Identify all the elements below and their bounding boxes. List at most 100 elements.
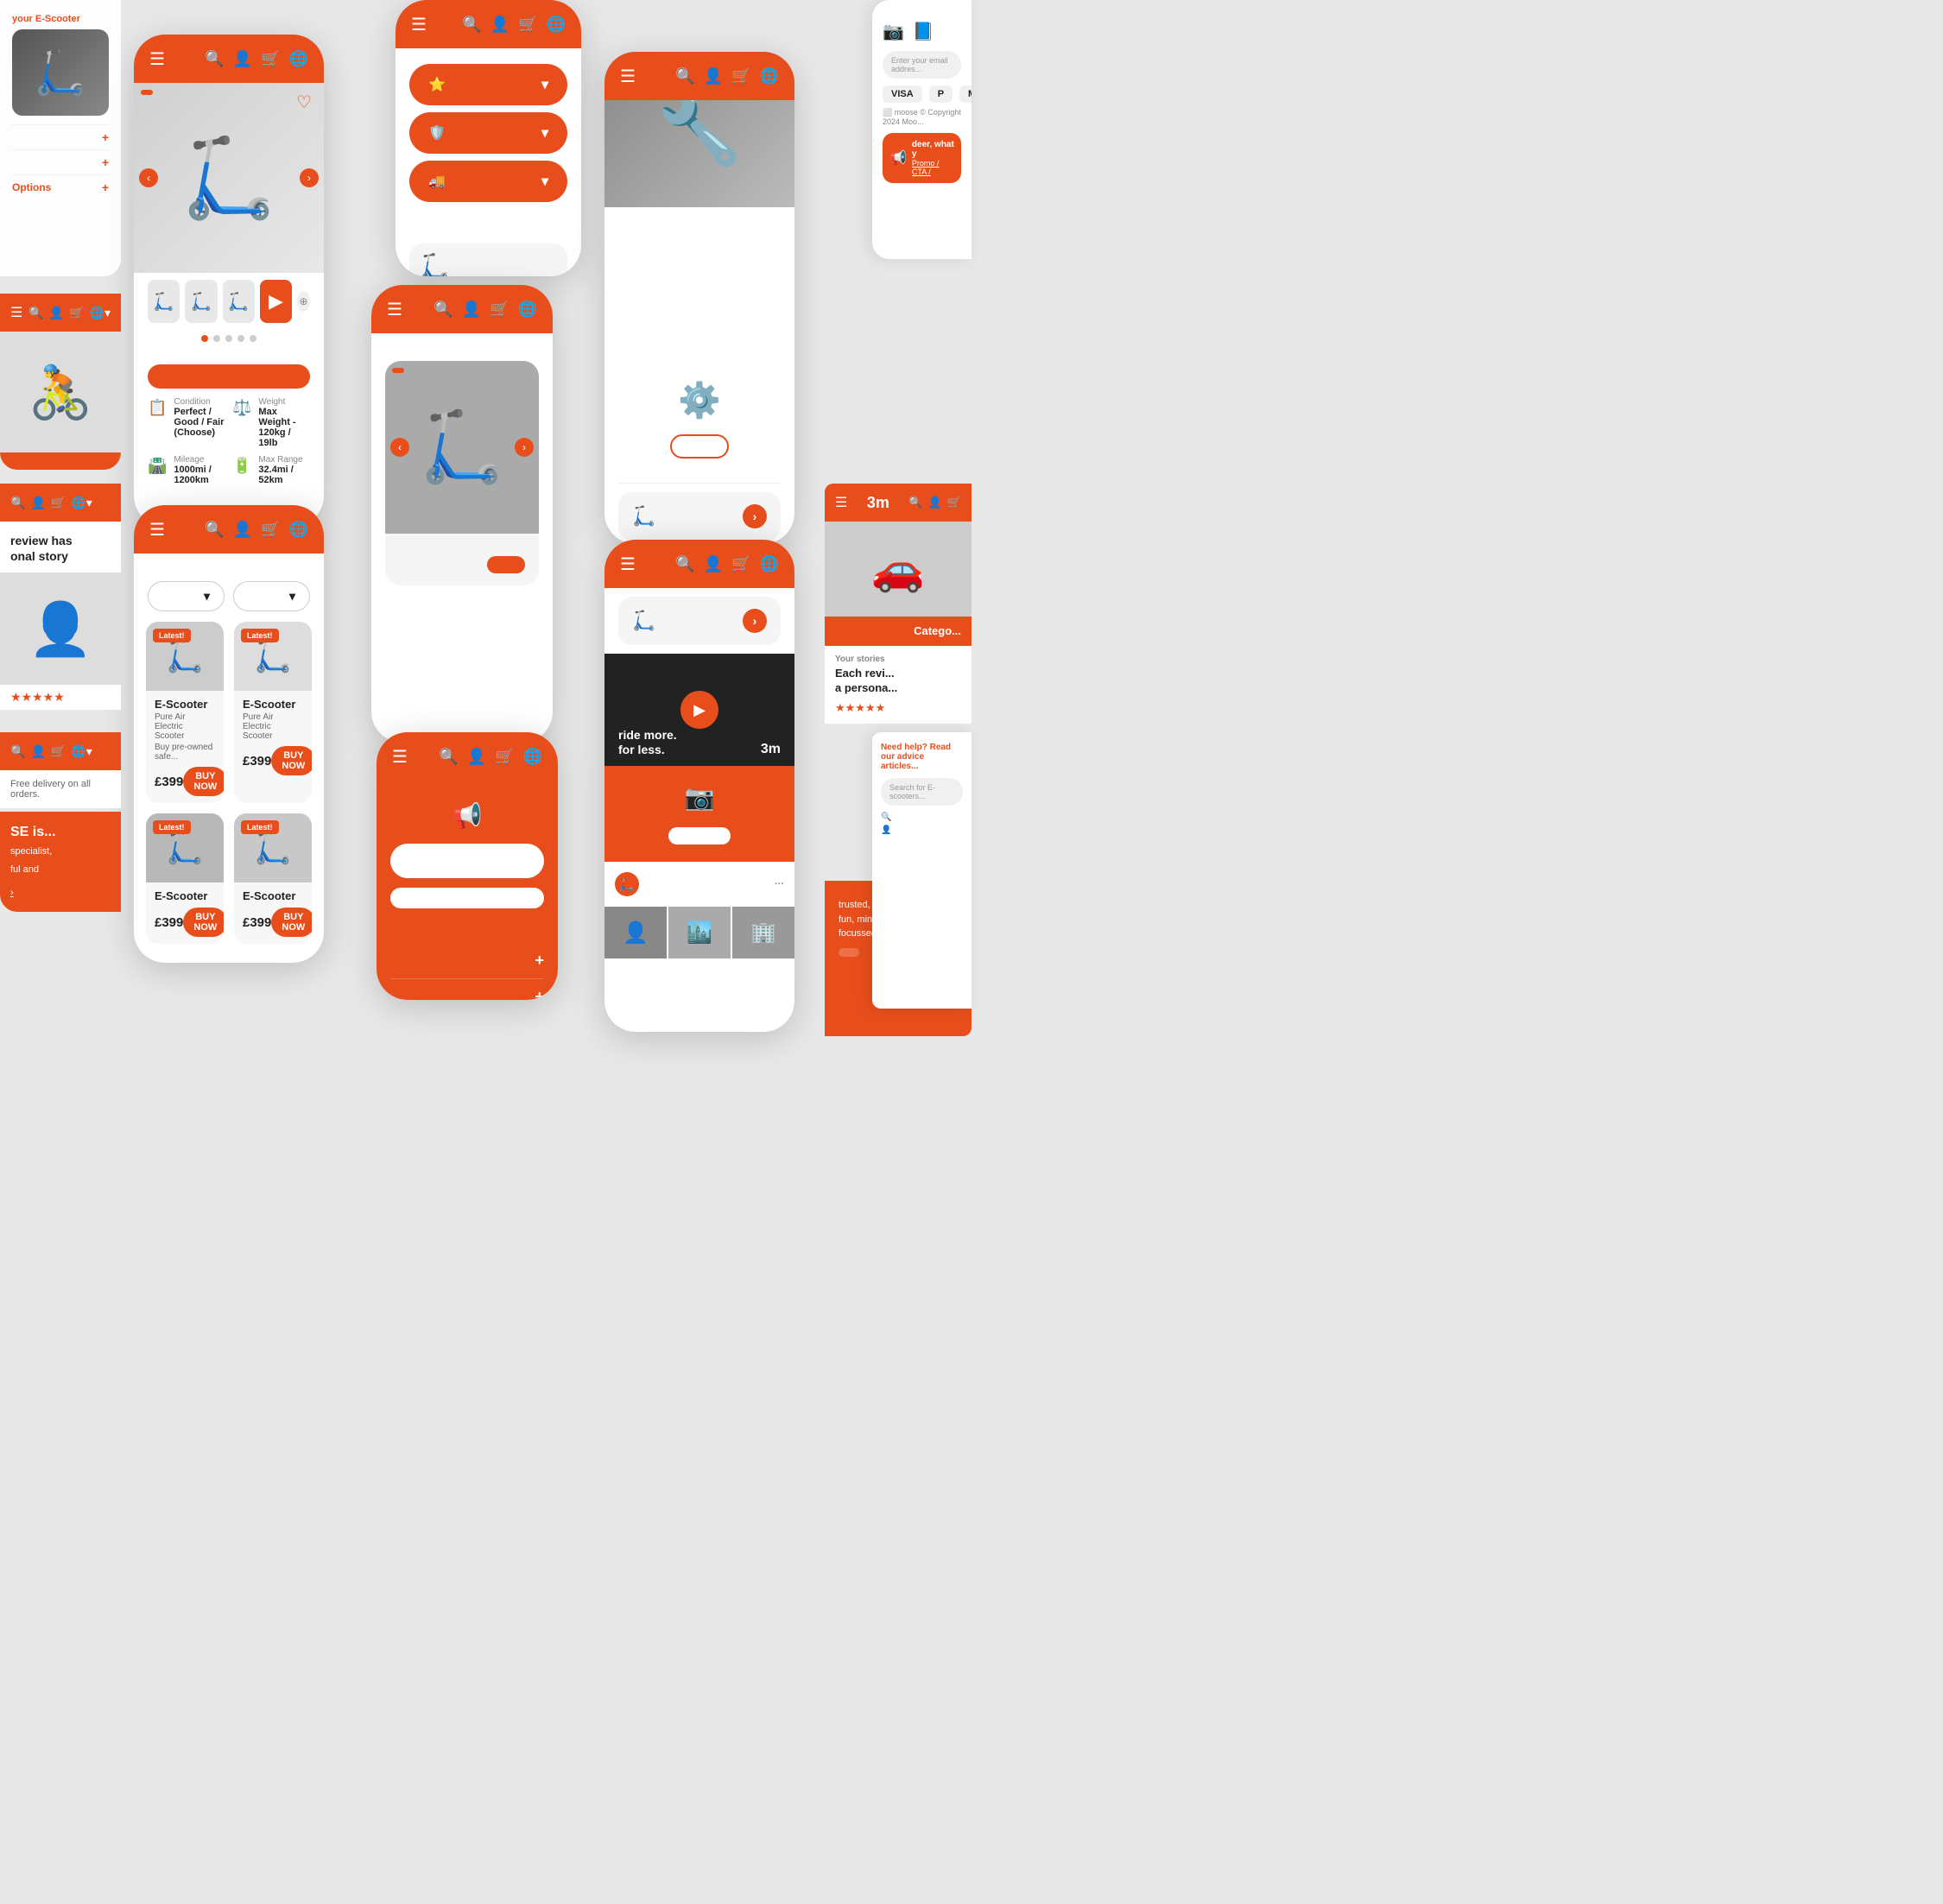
insta-dots-icon[interactable]: ··· [775,879,784,889]
bl-globe-frag[interactable]: 🌐▾ [71,744,92,759]
hamburger-frag[interactable]: ☰ [10,304,22,321]
wishlist-icon[interactable]: ♡ [296,92,312,113]
thumb-1[interactable]: 🛴 [148,280,180,323]
frag-item-1[interactable]: 🔍 [881,813,963,822]
buy-btn-2[interactable]: BUY NOW [271,746,312,775]
grid-item-4[interactable]: 🛴 Latest! E-Scooter £399 BUY NOW [234,813,312,944]
search-icon-6[interactable]: 🔍 [675,67,694,85]
cart-icon-3[interactable]: 🛒 [518,16,537,34]
bl-cart-frag[interactable]: 🛒 [51,744,66,759]
user-icon-3[interactable]: 👤 [490,16,509,34]
bl-user-frag[interactable]: 👤 [30,744,45,759]
search-icon-4[interactable]: 🔍 [434,300,453,319]
facebook-icon-right[interactable]: 📘 [913,21,934,42]
stories-cart-frag[interactable]: 🛒 [51,496,66,510]
email-input-right[interactable]: Enter your email addres... [883,51,961,79]
globe-icon-3[interactable]: 🌐 [547,16,566,34]
user-icon-2[interactable]: 👤 [233,521,252,539]
thumb-video[interactable]: ▶ [260,280,292,323]
right-search-frag[interactable]: 🔍 [908,496,922,509]
globe-icon-6[interactable]: 🌐 [760,67,779,85]
cart-icon-2[interactable]: 🛒 [261,521,280,539]
signup-button[interactable] [390,888,544,908]
popup-next[interactable]: › [515,438,534,457]
hamburger-icon-4[interactable]: ☰ [387,299,402,320]
sort-dropdown[interactable]: ▾ [148,581,225,611]
footer-support[interactable]: + [390,979,544,1000]
cart-icon-4[interactable]: 🛒 [490,300,509,319]
sidebar-view-escooter[interactable]: + [12,149,109,174]
carousel-next[interactable]: › [300,168,319,187]
cart-icon-5[interactable]: 🛒 [495,748,514,766]
sidebar-extra[interactable]: Options + [12,174,109,199]
find-out-more-button[interactable] [670,434,729,459]
promo-arrow-2[interactable]: › [743,609,767,633]
search-icon[interactable]: 🔍 [205,50,224,68]
instagram-icon-right[interactable]: 📷 [883,21,904,42]
grid-item-1[interactable]: 🛴 Latest! E-Scooter Pure Air Electric Sc… [146,622,224,803]
hamburger-right-frag[interactable]: ☰ [835,494,847,511]
learn-more-link[interactable]: › [10,888,14,898]
cart-icon-7[interactable]: 🛒 [731,555,750,573]
right-cart-frag[interactable]: 🛒 [947,496,961,509]
hamburger-icon-5[interactable]: ☰ [392,746,408,768]
carousel-prev[interactable]: ‹ [139,168,158,187]
frag-item-2[interactable]: 👤 [881,825,963,835]
accordion-delivery[interactable]: 🚚 ▾ [409,161,567,202]
play-button[interactable]: ▶ [680,691,718,729]
promo-cta-link[interactable]: Promo / CTA / [912,159,954,176]
globe-frag[interactable]: 🌐▾ [90,306,111,320]
right-user-frag[interactable]: 👤 [928,496,942,509]
zoom-icon[interactable]: ⊕ [297,291,310,312]
user-icon-5[interactable]: 👤 [467,748,486,766]
accordion-key-features[interactable]: ⭐ ▾ [409,64,567,105]
hamburger-icon-6[interactable]: ☰ [620,66,636,87]
search-icon-2[interactable]: 🔍 [205,521,224,539]
hamburger-icon-3[interactable]: ☰ [411,14,427,35]
stories-search-frag[interactable]: 🔍 [10,496,25,510]
search-icon-7[interactable]: 🔍 [675,555,694,573]
grid-item-3[interactable]: 🛴 Latest! E-Scooter £399 BUY NOW [146,813,224,944]
cart-frag[interactable]: 🛒 [69,306,84,320]
globe-icon-4[interactable]: 🌐 [518,300,537,319]
add-to-basket-button[interactable] [148,364,310,389]
follow-button[interactable] [668,827,731,844]
hamburger-icon-7[interactable]: ☰ [620,553,636,575]
hamburger-icon[interactable]: ☰ [149,48,165,70]
globe-icon-2[interactable]: 🌐 [289,521,308,539]
stories-globe-frag[interactable]: 🌐▾ [71,496,92,510]
cart-icon-6[interactable]: 🛒 [731,67,750,85]
bl-search-frag[interactable]: 🔍 [10,744,25,759]
user-icon-6[interactable]: 👤 [704,67,723,85]
cart-icon[interactable]: 🛒 [261,50,280,68]
sidebar-buying-guide[interactable]: + [12,124,109,149]
stories-user-frag[interactable]: 👤 [30,496,45,510]
promo-arrow-1[interactable]: › [743,504,767,528]
user-icon-4[interactable]: 👤 [462,300,481,319]
promo-cta-right[interactable]: 📢 deer, what y Promo / CTA / [883,133,961,183]
recently-viewed-card-1[interactable]: 🛴 [409,244,567,276]
user-frag[interactable]: 👤 [49,306,64,320]
globe-icon[interactable]: 🌐 [289,50,308,68]
filter-dropdown[interactable]: ▾ [233,581,310,611]
learn-more-row[interactable]: › [10,884,111,900]
globe-icon-5[interactable]: 🌐 [523,748,542,766]
popup-buy-now-button[interactable] [487,556,525,573]
globe-icon-7[interactable]: 🌐 [760,555,779,573]
video-section[interactable]: ▶ ride more.for less. 3m [604,654,794,766]
accordion-warranty[interactable]: 🛡️ ▾ [409,112,567,154]
thumb-3[interactable]: 🛴 [223,280,255,323]
buy-btn-4[interactable]: BUY NOW [271,908,312,937]
search-scooters-input[interactable]: Search for E-scooters... [881,778,963,806]
hamburger-icon-2[interactable]: ☰ [149,519,165,541]
grid-item-2[interactable]: 🛴 Latest! E-Scooter Pure Air Electric Sc… [234,622,312,803]
user-icon[interactable]: 👤 [233,50,252,68]
buy-btn-3[interactable]: BUY NOW [183,908,224,937]
email-input[interactable] [390,844,544,878]
footer-information[interactable]: + [390,943,544,979]
user-icon-7[interactable]: 👤 [704,555,723,573]
product-card-popup[interactable]: 🛴 ‹ › [385,361,539,585]
popup-prev[interactable]: ‹ [390,438,409,457]
buy-btn-1[interactable]: BUY NOW [183,767,224,796]
thumb-2[interactable]: 🛴 [185,280,217,323]
